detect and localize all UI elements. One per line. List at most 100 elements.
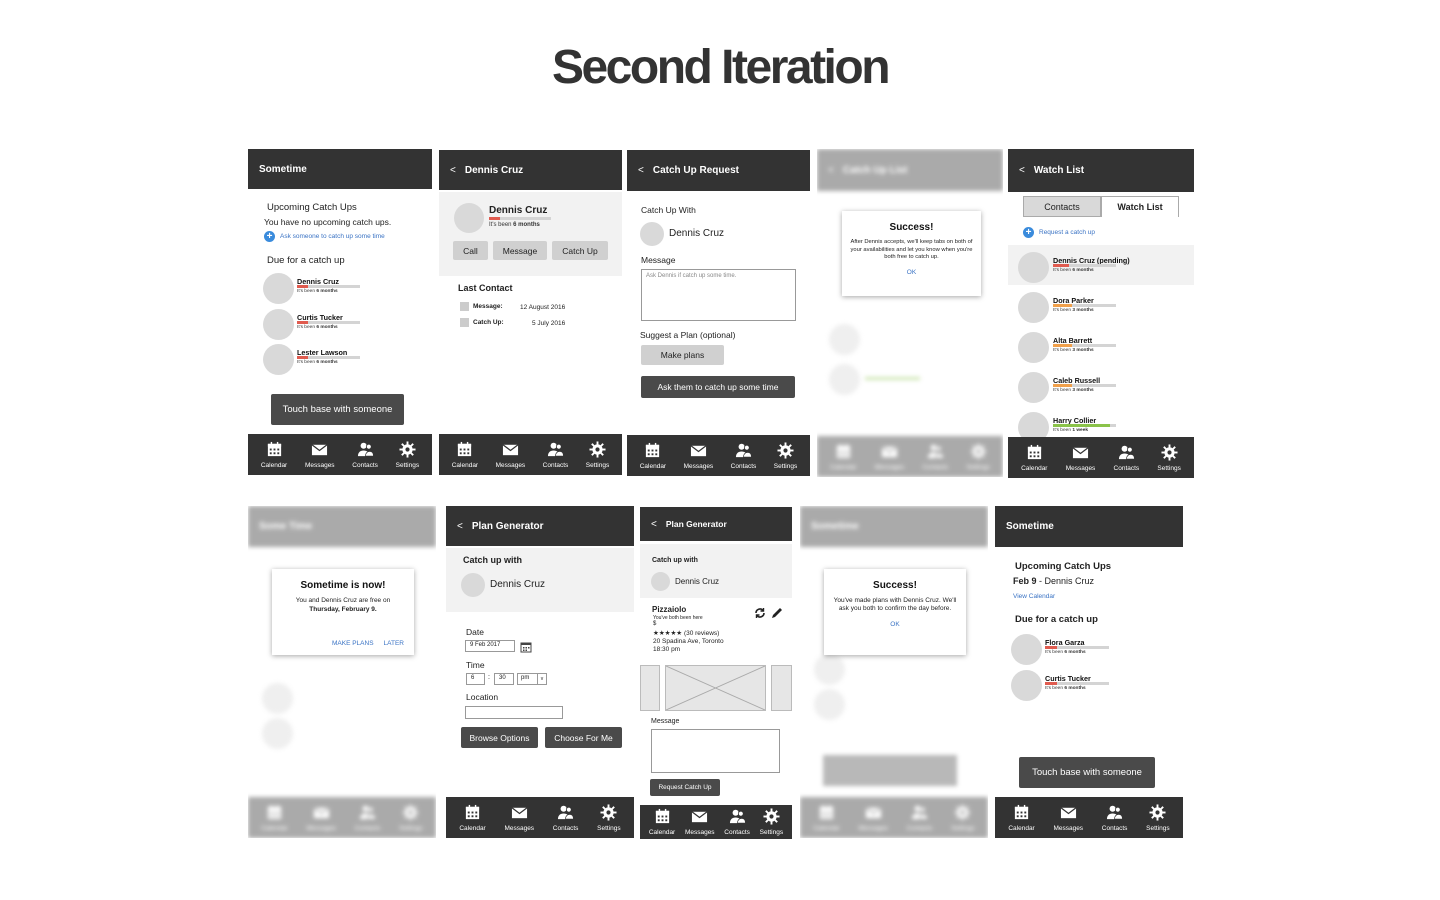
bottom-nav: Calendar Messages Contacts Settings <box>640 805 792 839</box>
location-input[interactable] <box>465 706 563 719</box>
make-plans-button[interactable]: MAKE PLANS <box>332 640 374 647</box>
messages-icon <box>511 804 528 825</box>
ask-catch-up-button[interactable]: Ask them to catch up some time <box>641 376 795 398</box>
screen-plans-success: Sometime Calendar Messages Contacts Setting… <box>800 506 988 838</box>
upcoming-item[interactable]: Feb 9 - Dennis Cruz <box>1013 576 1094 586</box>
tab-watch-list[interactable]: Watch List <box>1101 196 1179 217</box>
nav-settings[interactable]: Settings <box>396 440 419 469</box>
minute-input[interactable]: 30 <box>494 673 514 685</box>
nav-calendar[interactable]: Calendar <box>640 442 666 470</box>
nav-settings[interactable]: Settings <box>586 440 609 469</box>
nav-messages[interactable]: Messages <box>305 441 335 469</box>
pencil-icon[interactable] <box>770 606 784 620</box>
nav-contacts[interactable]: Contacts <box>724 808 750 836</box>
call-button[interactable]: Call <box>453 241 488 260</box>
view-calendar-link[interactable]: View Calendar <box>1013 593 1055 600</box>
header-title: Sometime <box>1006 521 1054 532</box>
nav-settings[interactable]: Settings <box>1157 443 1181 472</box>
nav-label: Contacts <box>1101 824 1128 832</box>
nav-contacts[interactable]: Contacts <box>352 441 378 469</box>
back-icon[interactable]: < <box>1019 165 1025 176</box>
nav-settings[interactable]: Settings <box>1146 803 1170 832</box>
contacts-icon <box>547 441 564 462</box>
back-icon[interactable]: < <box>457 521 463 532</box>
catch-up-button[interactable]: Catch Up <box>552 241 608 260</box>
location-label: Location <box>466 692 499 702</box>
browse-options-button[interactable]: Browse Options <box>461 727 538 748</box>
nav-contacts[interactable]: Contacts <box>553 804 578 832</box>
later-button[interactable]: LATER <box>384 640 404 647</box>
avatar <box>454 203 484 233</box>
nav-messages[interactable]: Messages <box>684 442 713 470</box>
contact-duration: It's been 6 months <box>1045 686 1086 691</box>
nav-settings[interactable]: Settings <box>597 803 621 832</box>
choose-for-me-button[interactable]: Choose For Me <box>545 727 622 748</box>
avatar <box>461 573 485 597</box>
screen-sometime-empty: Sometime Upcoming Catch Ups You have no … <box>248 149 432 475</box>
dialog-title: Sometime is now! <box>300 580 386 591</box>
nav-messages[interactable]: Messages <box>685 808 715 836</box>
nav-contacts[interactable]: Contacts <box>731 442 756 470</box>
nav-contacts[interactable]: Contacts <box>1114 444 1139 472</box>
page-title: Second Iteration <box>551 41 891 94</box>
request-catch-up-button[interactable]: Request Catch Up <box>650 779 720 796</box>
nav-label: Messages <box>304 461 335 469</box>
nav-messages[interactable]: Messages <box>504 804 534 832</box>
calendar-icon <box>1013 804 1030 825</box>
bottom-nav: Calendar Messages Contacts Settings <box>446 797 634 838</box>
nav-contacts[interactable]: Contacts <box>1101 804 1128 832</box>
header-title: Watch List <box>1033 165 1085 176</box>
message-button[interactable]: Message <box>493 241 547 260</box>
nav-messages[interactable]: Messages <box>1066 444 1095 472</box>
nav-calendar[interactable]: Calendar <box>459 804 486 832</box>
message-textarea[interactable]: Ask Dennis if catch up some time. <box>641 269 796 321</box>
contact-bar <box>1053 304 1116 307</box>
contact-duration: It's been 6 months <box>297 360 338 365</box>
calendar-icon <box>654 808 671 829</box>
nav-calendar[interactable]: Calendar <box>1021 444 1047 472</box>
date-input[interactable]: 9 Feb 2017 <box>465 640 515 652</box>
back-icon[interactable]: < <box>651 519 657 530</box>
touch-base-button[interactable]: Touch base with someone <box>1019 757 1155 788</box>
nav-calendar[interactable]: Calendar <box>1008 804 1035 832</box>
contact-duration: It's been 3 months <box>1053 348 1094 353</box>
nav-settings[interactable]: Settings <box>773 441 798 470</box>
ask-link-label: Ask someone to catch up some time <box>280 233 385 240</box>
nav-calendar[interactable]: Calendar <box>261 441 287 469</box>
calendar-icon <box>266 441 283 462</box>
calendar-icon[interactable] <box>520 640 532 653</box>
message-textarea[interactable] <box>651 729 780 773</box>
dialog-title: Success! <box>873 580 917 591</box>
nav-messages[interactable]: Messages <box>496 441 525 469</box>
ok-button[interactable]: OK <box>824 621 966 628</box>
contact-bar <box>297 321 360 324</box>
nav-label: Settings <box>773 462 798 470</box>
avatar <box>1011 670 1042 701</box>
refresh-icon[interactable] <box>753 606 767 620</box>
contact-bar <box>1053 424 1116 427</box>
nav-calendar[interactable]: Calendar <box>649 808 675 836</box>
tab-contacts[interactable]: Contacts <box>1023 196 1101 217</box>
make-plans-button[interactable]: Make plans <box>641 345 724 365</box>
contacts-icon <box>729 808 746 829</box>
nav-messages[interactable]: Messages <box>1053 804 1083 832</box>
ampm-select[interactable]: pm v <box>517 673 547 685</box>
back-icon[interactable]: < <box>450 165 456 176</box>
last-catchup-date: 5 July 2016 <box>532 320 566 327</box>
image-placeholder[interactable] <box>665 665 766 711</box>
ok-button[interactable]: OK <box>842 269 981 276</box>
nav-settings[interactable]: Settings <box>760 808 783 836</box>
back-icon[interactable]: < <box>638 165 644 176</box>
modal-overlay <box>248 506 436 838</box>
touch-base-button[interactable]: Touch base with someone <box>271 394 404 425</box>
nav-label: Messages <box>504 824 535 832</box>
nav-calendar[interactable]: Calendar <box>452 441 478 469</box>
ask-link[interactable]: + Ask someone to catch up some time <box>264 231 385 242</box>
hour-input[interactable]: 6 <box>466 673 485 685</box>
request-link[interactable]: + Request a catch up <box>1023 227 1095 238</box>
success-dialog: Success! After Dennis accepts, we'll kee… <box>842 211 981 296</box>
avatar <box>640 222 664 246</box>
contact-bar <box>1053 264 1116 267</box>
nav-contacts[interactable]: Contacts <box>543 441 568 469</box>
app-header: < Plan Generator <box>640 507 792 541</box>
